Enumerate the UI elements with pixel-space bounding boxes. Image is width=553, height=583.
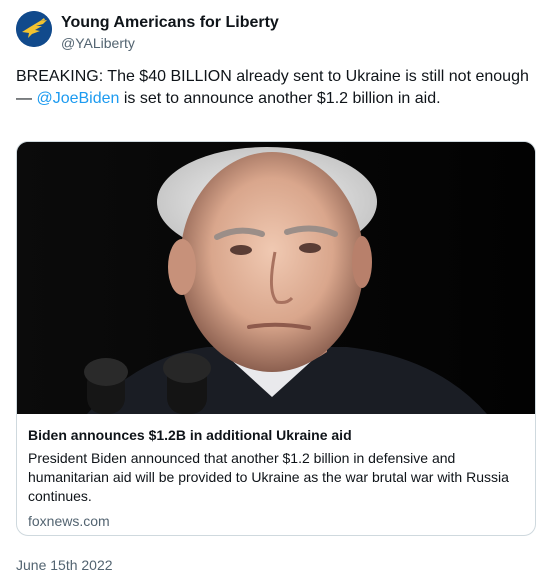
tweet: Young Americans for Liberty @YALiberty B… — [0, 0, 553, 583]
author-handle[interactable]: @YALiberty — [61, 35, 135, 51]
card-image[interactable] — [17, 142, 535, 414]
tweet-header: Young Americans for Liberty @YALiberty — [16, 10, 536, 54]
eagle-logo-icon — [16, 11, 52, 47]
mention-link[interactable]: @JoeBiden — [36, 90, 119, 107]
author-name[interactable]: Young Americans for Liberty — [61, 14, 279, 32]
card-title[interactable]: Biden announces $1.2B in additional Ukra… — [28, 426, 526, 444]
avatar[interactable] — [16, 11, 52, 47]
link-card[interactable]: Biden announces $1.2B in additional Ukra… — [16, 141, 536, 536]
card-domain: foxnews.com — [28, 513, 110, 529]
card-body: Biden announces $1.2B in additional Ukra… — [28, 426, 526, 530]
news-photo — [17, 142, 535, 414]
card-description: President Biden announced that another $… — [28, 450, 509, 504]
tweet-text: BREAKING: The $40 BILLION already sent t… — [16, 66, 541, 110]
tweet-text-after: is set to announce another $1.2 billion … — [119, 90, 441, 107]
tweet-timestamp[interactable]: June 15th 2022 — [16, 557, 113, 573]
